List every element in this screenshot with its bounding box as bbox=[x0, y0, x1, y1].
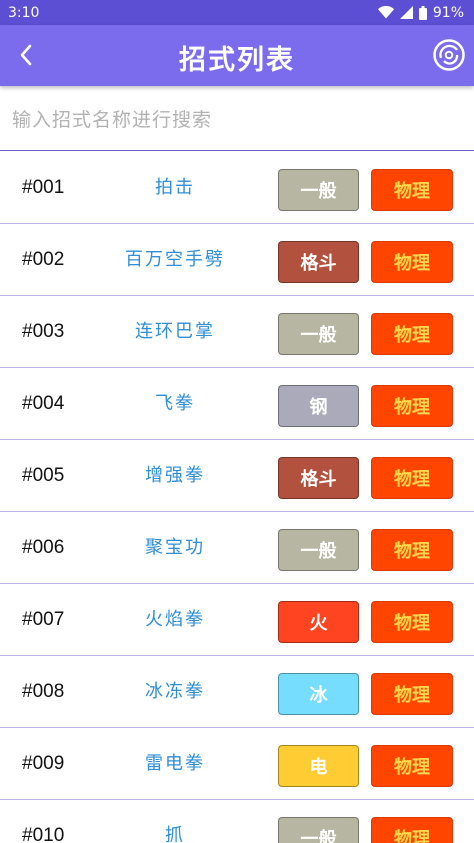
category-tag[interactable]: 物理 bbox=[371, 457, 453, 499]
list-item[interactable]: #007 火焰拳 火 物理 bbox=[0, 584, 474, 656]
category-tag[interactable]: 物理 bbox=[371, 673, 453, 715]
wifi-icon bbox=[377, 6, 394, 19]
type-tag[interactable]: 一般 bbox=[278, 313, 359, 355]
move-number: #007 bbox=[22, 609, 65, 630]
move-name: 增强拳 bbox=[145, 465, 205, 486]
status-icons: 91% bbox=[377, 4, 464, 21]
category-tag[interactable]: 物理 bbox=[371, 313, 453, 355]
type-tag[interactable]: 电 bbox=[278, 745, 359, 787]
move-list[interactable]: #001 拍击 一般 物理 #002 百万空手劈 格斗 物理 #003 连环巴掌… bbox=[0, 152, 474, 843]
move-number: #002 bbox=[22, 249, 65, 270]
type-tag[interactable]: 火 bbox=[278, 601, 359, 643]
type-tag[interactable]: 格斗 bbox=[278, 241, 359, 283]
type-tag[interactable]: 一般 bbox=[278, 529, 359, 571]
signal-icon bbox=[399, 6, 413, 19]
move-number: #009 bbox=[22, 753, 65, 774]
category-tag[interactable]: 物理 bbox=[371, 601, 453, 643]
list-item[interactable]: #002 百万空手劈 格斗 物理 bbox=[0, 224, 474, 296]
list-item[interactable]: #010 抓 一般 物理 bbox=[0, 800, 474, 843]
type-tag[interactable]: 格斗 bbox=[278, 457, 359, 499]
battery-percent: 91% bbox=[432, 4, 464, 21]
list-item[interactable]: #003 连环巴掌 一般 物理 bbox=[0, 296, 474, 368]
search-input[interactable] bbox=[12, 100, 462, 140]
status-bar: 3:10 91% bbox=[0, 0, 474, 25]
move-number: #010 bbox=[22, 825, 65, 843]
category-tag[interactable]: 物理 bbox=[371, 385, 453, 427]
move-number: #004 bbox=[22, 393, 65, 414]
list-item[interactable]: #004 飞拳 钢 物理 bbox=[0, 368, 474, 440]
swirl-logo-button[interactable] bbox=[432, 38, 466, 72]
list-item[interactable]: #005 增强拳 格斗 物理 bbox=[0, 440, 474, 512]
page-title: 招式列表 bbox=[179, 45, 295, 76]
move-number: #008 bbox=[22, 681, 65, 702]
status-time: 3:10 bbox=[8, 4, 40, 21]
type-tag[interactable]: 钢 bbox=[278, 385, 359, 427]
move-name: 连环巴掌 bbox=[135, 321, 215, 342]
move-number: #003 bbox=[22, 321, 65, 342]
move-name: 火焰拳 bbox=[145, 609, 205, 630]
type-tag[interactable]: 一般 bbox=[278, 817, 359, 843]
category-tag[interactable]: 物理 bbox=[371, 817, 453, 843]
type-tag[interactable]: 冰 bbox=[278, 673, 359, 715]
category-tag[interactable]: 物理 bbox=[371, 169, 453, 211]
move-name: 聚宝功 bbox=[145, 537, 205, 558]
battery-icon bbox=[418, 5, 427, 20]
category-tag[interactable]: 物理 bbox=[371, 529, 453, 571]
move-number: #006 bbox=[22, 537, 65, 558]
move-number: #005 bbox=[22, 465, 65, 486]
move-name: 抓 bbox=[165, 825, 185, 843]
move-name: 拍击 bbox=[155, 177, 195, 198]
move-name: 雷电拳 bbox=[145, 753, 205, 774]
move-name: 百万空手劈 bbox=[125, 249, 225, 270]
app-bar: 招式列表 bbox=[0, 25, 474, 86]
move-number: #001 bbox=[22, 177, 65, 198]
type-tag[interactable]: 一般 bbox=[278, 169, 359, 211]
list-item[interactable]: #006 聚宝功 一般 物理 bbox=[0, 512, 474, 584]
category-tag[interactable]: 物理 bbox=[371, 745, 453, 787]
list-item[interactable]: #008 冰冻拳 冰 物理 bbox=[0, 656, 474, 728]
list-item[interactable]: #001 拍击 一般 物理 bbox=[0, 152, 474, 224]
list-item[interactable]: #009 雷电拳 电 物理 bbox=[0, 728, 474, 800]
move-name: 飞拳 bbox=[155, 393, 195, 414]
search-bar bbox=[0, 90, 474, 151]
move-name: 冰冻拳 bbox=[145, 681, 205, 702]
category-tag[interactable]: 物理 bbox=[371, 241, 453, 283]
swirl-icon bbox=[433, 39, 465, 71]
